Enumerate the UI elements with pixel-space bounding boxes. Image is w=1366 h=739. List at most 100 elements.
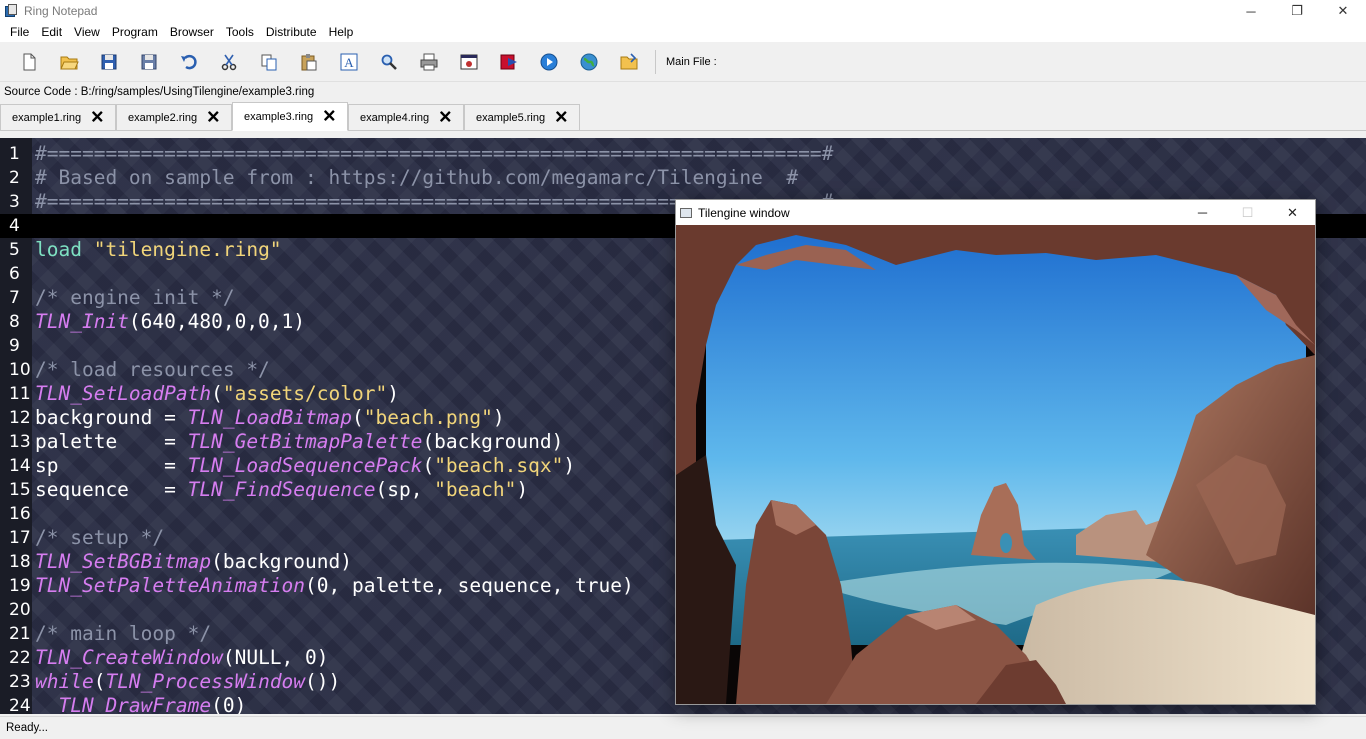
code-token: #=======================================… [35,142,834,165]
line-number: 24 [9,696,31,714]
tilengine-close-button[interactable]: ✕ [1270,200,1315,225]
tilengine-minimize-button[interactable]: ─ [1180,200,1225,225]
code-token: TLN_SetPaletteAnimation [35,574,306,597]
tilengine-window[interactable]: Tilengine window ─ ☐ ✕ [675,199,1316,705]
code-token: sequence = [35,478,188,501]
tilengine-window-controls: ─ ☐ ✕ [1180,200,1315,225]
line-number: 5 [9,240,20,260]
tab-example1[interactable]: example1.ring 🗙 [0,104,116,130]
line-number: 1 [9,144,20,164]
tab-label: example5.ring [476,111,546,124]
code-line[interactable]: 1 #======================================… [0,142,1366,166]
line-number: 11 [9,384,31,404]
code-line[interactable]: 2 # Based on sample from : https://github… [0,166,1366,190]
save-icon[interactable] [95,48,123,76]
code-text: load "tilengine.ring" [35,238,282,262]
restore-button[interactable]: ❐ [1274,0,1320,22]
line-number: 19 [9,576,31,596]
tab-example4[interactable]: example4.ring 🗙 [348,104,464,130]
line-number: 21 [9,624,31,644]
code-token: (NULL, 0) [222,646,329,669]
code-token: ( [422,454,435,477]
code-token: background = [35,406,188,429]
tab-close-icon[interactable]: 🗙 [92,105,103,130]
title-bar: Ring Notepad ─ ❐ ✕ [0,0,1366,22]
code-token: TLN_FindSequence [187,478,376,501]
line-number: 17 [9,528,31,548]
tab-label: example2.ring [128,111,198,124]
code-token: ( [93,670,106,693]
line-number: 10 [9,360,31,380]
code-token: while [35,670,94,693]
code-token: /* main loop */ [35,622,212,645]
menu-tools[interactable]: Tools [220,22,260,42]
debug-icon[interactable] [455,48,483,76]
code-token: TLN_SetLoadPath [35,382,212,405]
web-browser-icon[interactable] [575,48,603,76]
code-token: sp = [35,454,188,477]
code-token: /* engine init */ [35,286,235,309]
run-icon[interactable] [495,48,523,76]
font-icon[interactable]: A [335,48,363,76]
undo-icon[interactable] [175,48,203,76]
code-token: /* load resources */ [35,358,270,381]
code-token: (0) [211,694,247,714]
line-number: 16 [9,504,31,524]
toolbar-separator [655,49,656,74]
open-folder-icon[interactable] [55,48,83,76]
menu-distribute[interactable]: Distribute [260,22,323,42]
file-tabs: example1.ring 🗙 example2.ring 🗙 example3.r… [0,102,1366,131]
find-icon[interactable] [375,48,403,76]
line-number: 6 [9,264,20,284]
code-token: ) [492,406,505,429]
tab-example2[interactable]: example2.ring 🗙 [116,104,232,130]
beach-cave-image [676,225,1315,704]
tab-close-icon[interactable]: 🗙 [208,105,219,130]
code-token: ) [387,382,399,405]
close-button[interactable]: ✕ [1320,0,1366,22]
tab-close-icon[interactable]: 🗙 [324,104,335,129]
code-text: TLN_CreateWindow(NULL, 0) [35,646,329,670]
code-token: ) [563,454,576,477]
window-controls: ─ ❐ ✕ [1228,0,1366,22]
print-icon[interactable] [415,48,443,76]
toolbar: A Main File : [0,42,1366,82]
menu-view[interactable]: View [68,22,106,42]
save-as-icon[interactable] [135,48,163,76]
tilengine-title-bar[interactable]: Tilengine window ─ ☐ ✕ [676,200,1315,225]
copy-icon[interactable] [255,48,283,76]
paste-icon[interactable] [295,48,323,76]
set-main-file-icon[interactable] [615,48,643,76]
minimize-button[interactable]: ─ [1228,0,1274,22]
code-token: TLN_DrawFrame [58,694,212,714]
code-token: (background) [422,430,564,453]
tab-close-icon[interactable]: 🗙 [440,105,451,130]
window-title: Ring Notepad [24,4,98,18]
code-text: TLN_Init(640,480,0,0,1) [35,310,305,334]
menu-edit[interactable]: Edit [35,22,68,42]
tab-example3[interactable]: example3.ring 🗙 [232,102,348,131]
code-token: (0, palette, sequence, true) [305,574,634,597]
new-file-icon[interactable] [15,48,43,76]
code-text: TLN_SetPaletteAnimation(0, palette, sequ… [35,574,634,598]
tab-example5[interactable]: example5.ring 🗙 [464,104,580,130]
code-text: sequence = TLN_FindSequence(sp, "beach") [35,478,528,502]
line-number: 18 [9,552,31,572]
menu-help[interactable]: Help [323,22,360,42]
code-token: TLN_ProcessWindow [105,670,306,693]
run-gui-icon[interactable] [535,48,563,76]
menu-file[interactable]: File [0,22,35,42]
code-token: "beach.sqx" [434,454,564,477]
cut-icon[interactable] [215,48,243,76]
menu-program[interactable]: Program [106,22,164,42]
code-text: while(TLN_ProcessWindow()) [35,670,340,694]
line-number: 8 [9,312,20,332]
line-number: 3 [9,192,20,212]
code-text: TLN_SetLoadPath("assets/color") [35,382,399,406]
menu-browser[interactable]: Browser [164,22,220,42]
tab-label: example3.ring [244,110,314,123]
code-text: sp = TLN_LoadSequencePack("beach.sqx") [35,454,575,478]
tab-close-icon[interactable]: 🗙 [556,105,567,130]
line-number: 9 [9,336,20,356]
